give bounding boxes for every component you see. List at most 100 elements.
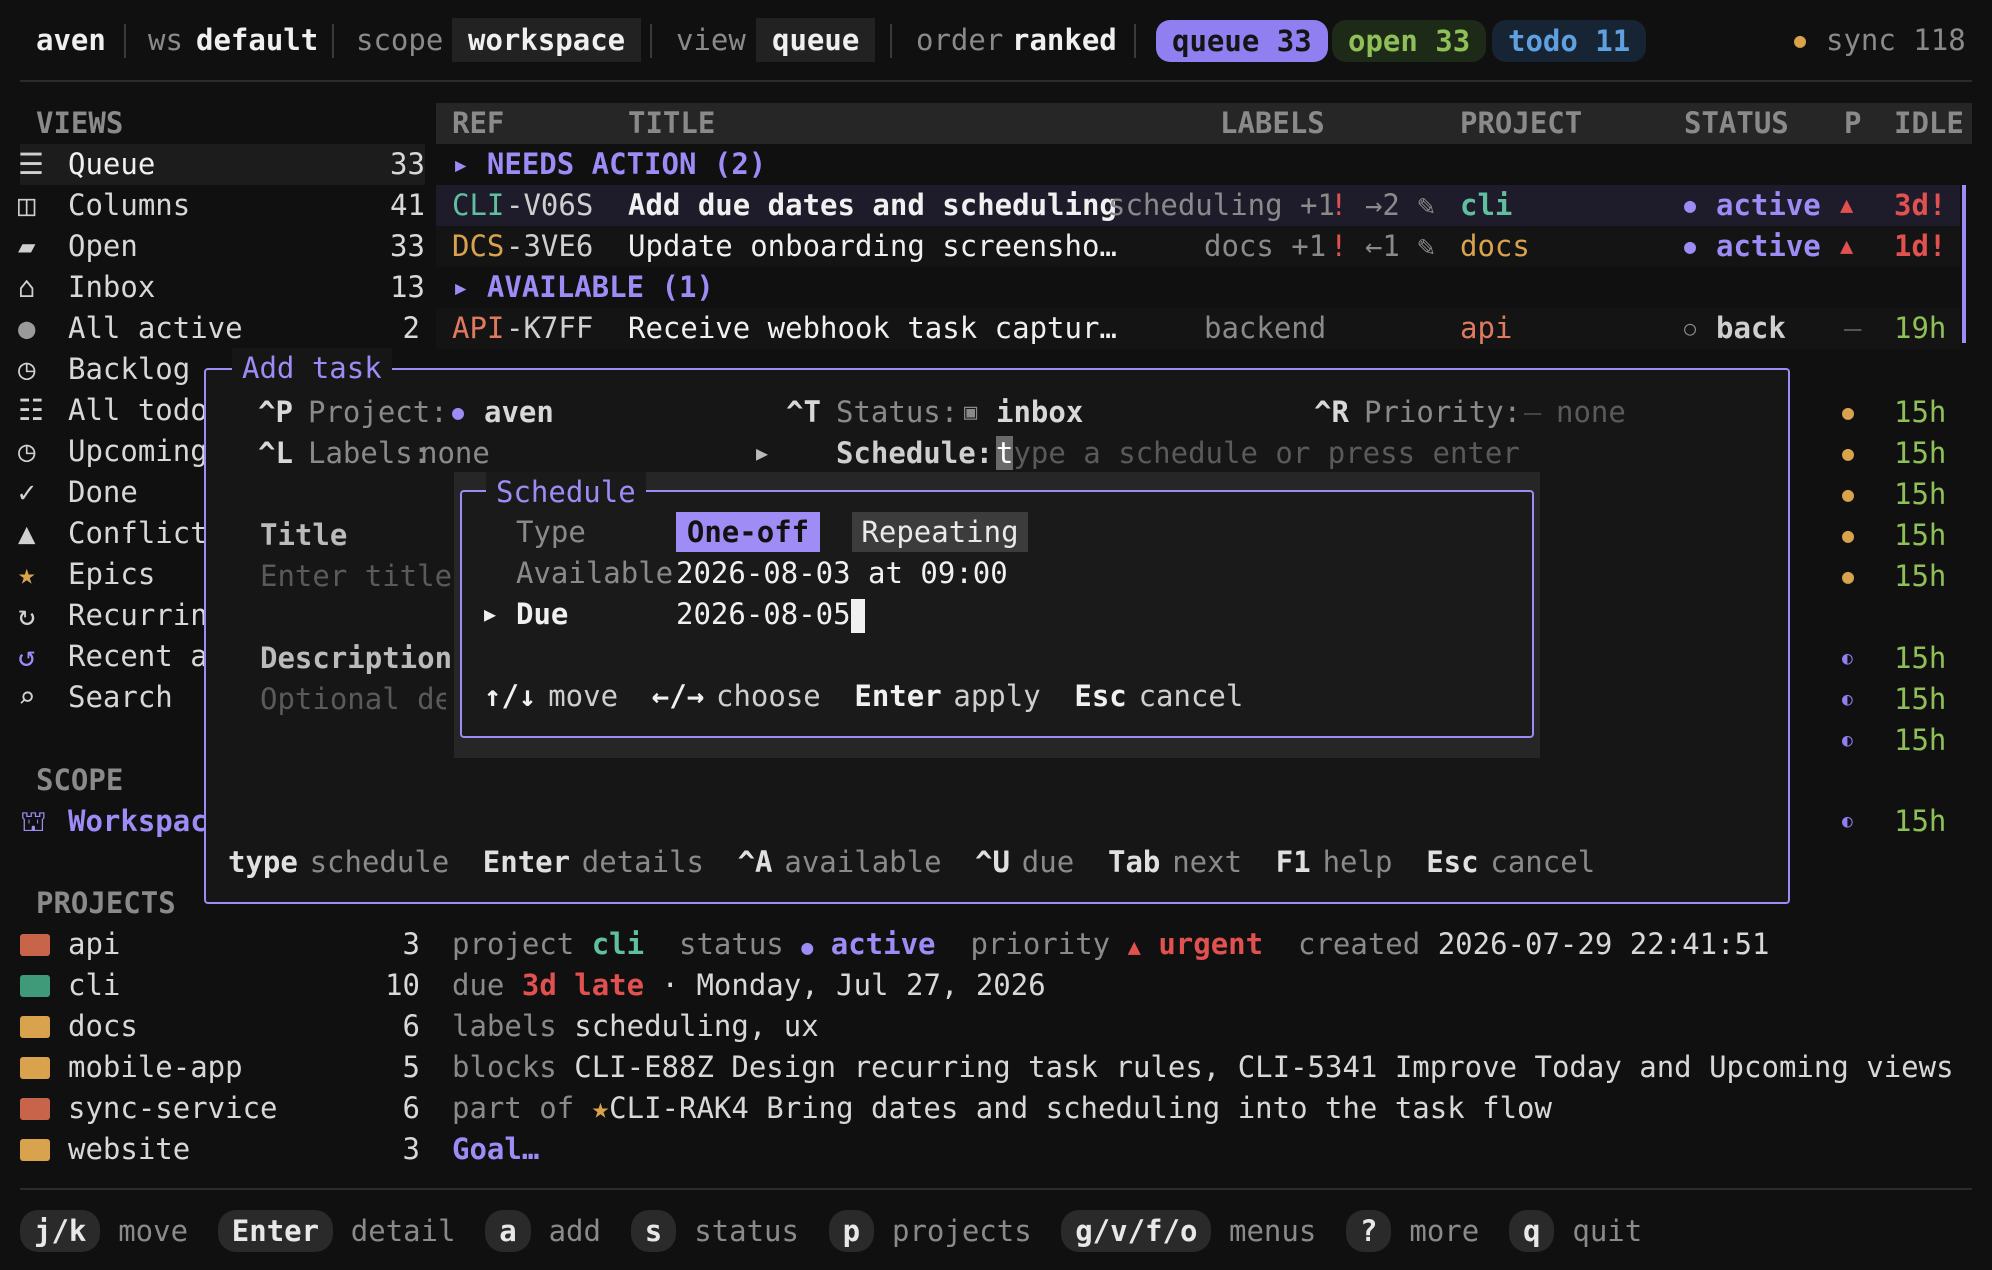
task-idle: 15h — [1894, 723, 1947, 757]
hint-key: Tab — [1108, 845, 1161, 879]
description-label: Description — [260, 641, 453, 675]
scope-label: scope — [356, 23, 444, 57]
project-count: 3 — [402, 1132, 420, 1166]
sidebar-item-label: Recent a — [68, 639, 208, 673]
task-status: active — [1716, 229, 1821, 263]
task-idle: 15h — [1894, 518, 1947, 552]
col-status[interactable]: STATUS — [1684, 103, 1789, 144]
sidebar-item-label: Upcoming — [68, 434, 208, 468]
hint-key: ↑/↓ — [484, 679, 537, 713]
schedule-label: Schedule: — [836, 436, 994, 470]
todo-count-pill[interactable]: todo 11 — [1492, 20, 1647, 62]
available-field[interactable]: 2026-08-03 at 09:00 — [676, 553, 1008, 594]
hint-key: ←/→ — [651, 679, 705, 713]
schedule-title: Schedule — [486, 472, 646, 513]
key-desc: status — [694, 1214, 799, 1248]
sync-status: sync 118 — [1826, 23, 1966, 57]
group-available[interactable]: ▸ AVAILABLE (1) — [452, 267, 714, 308]
hint-key: Enter — [854, 679, 942, 713]
task-title: Update onboarding screensho… — [628, 229, 1117, 263]
star-icon: ★ — [18, 557, 36, 591]
project-label: docs — [68, 1009, 138, 1043]
scope-header: SCOPE — [36, 763, 124, 797]
col-ref[interactable]: REF — [452, 103, 504, 144]
key-move[interactable]: j/k — [20, 1210, 101, 1252]
priority-field[interactable]: none — [1556, 392, 1626, 433]
task-title: Add due dates and scheduling — [628, 188, 1117, 222]
description-input[interactable]: Optional det — [260, 679, 446, 720]
key-menus[interactable]: g/v/f/o — [1061, 1210, 1212, 1252]
key-desc: detail — [350, 1214, 456, 1248]
col-idle[interactable]: IDLE — [1894, 103, 1964, 144]
divider — [1134, 24, 1136, 58]
project-field[interactable]: aven — [484, 392, 554, 433]
sidebar-item-count: 2 — [402, 311, 420, 345]
hint-desc: choose — [716, 679, 821, 713]
status-field[interactable]: inbox — [996, 392, 1083, 433]
group-needs-action[interactable]: ▸ NEEDS ACTION (2) — [452, 144, 766, 185]
priority-dot-icon: ◐ — [1842, 689, 1853, 710]
task-idle: 3d! — [1894, 188, 1947, 222]
star-icon: ★ — [591, 1091, 610, 1125]
detail-goal[interactable]: Goal… — [452, 1129, 539, 1170]
priority-dot-icon: ● — [1842, 400, 1855, 424]
hint-key: ^A — [737, 845, 773, 879]
project-count: 3 — [402, 927, 420, 961]
project-label: mobile-app — [68, 1050, 243, 1084]
due-field[interactable]: 2026-08-05 — [676, 594, 865, 635]
key-more[interactable]: ? — [1346, 1210, 1392, 1252]
key-status[interactable]: s — [630, 1210, 677, 1252]
sync-dot-icon: ● — [1794, 28, 1807, 52]
labels-field[interactable]: none — [420, 433, 490, 474]
hint-key: type — [228, 845, 298, 879]
sidebar-item-count: 33 — [390, 147, 425, 181]
task-labels: backend — [1204, 311, 1327, 345]
divider — [332, 24, 334, 58]
key-quit[interactable]: q — [1509, 1210, 1555, 1252]
title-input[interactable]: Enter title — [260, 556, 452, 597]
repeating-option[interactable]: Repeating — [852, 512, 1028, 552]
folder-icon — [20, 934, 50, 956]
priority-dot-icon: ◐ — [1842, 730, 1853, 751]
sidebar-item-label: Recurrin — [68, 598, 208, 632]
priority-dot-icon: ◐ — [1842, 648, 1853, 669]
col-title[interactable]: TITLE — [628, 103, 715, 144]
search-icon: ⌕ — [18, 680, 36, 714]
schedule-input[interactable]: type a schedule or press enter — [996, 433, 1520, 474]
priority-dot-icon: ● — [1842, 482, 1855, 506]
scope-value[interactable]: workspace — [452, 18, 642, 62]
status-label: Status: — [836, 395, 959, 429]
sidebar-item-label: Backlog — [68, 352, 191, 386]
open-count-pill[interactable]: open 33 — [1332, 20, 1487, 62]
key-detail[interactable]: Enter — [217, 1210, 334, 1252]
task-idle: 15h — [1894, 682, 1947, 716]
footer-divider — [20, 1188, 1972, 1190]
hint-key: F1 — [1275, 845, 1311, 879]
key-desc: quit — [1572, 1214, 1643, 1248]
hint-desc: due — [1021, 845, 1075, 879]
repeat-icon: ↻ — [18, 598, 36, 632]
col-labels[interactable]: LABELS — [1220, 103, 1325, 144]
ws-value[interactable]: default — [196, 18, 318, 62]
task-flags: ! →2 ✎ — [1330, 188, 1435, 222]
ref-suffix: -V06S — [506, 188, 594, 222]
order-value[interactable]: ranked — [1012, 18, 1117, 62]
col-priority[interactable]: P — [1844, 103, 1861, 144]
one-off-option[interactable]: One-off — [676, 512, 820, 552]
order-label: order — [916, 23, 1004, 57]
task-title: Receive webhook task captur… — [628, 311, 1117, 345]
scope-workspace-item[interactable]: Workspac — [68, 801, 208, 842]
ref-prefix: CLI — [452, 188, 505, 222]
task-idle: 15h — [1894, 559, 1947, 593]
key-desc: menus — [1229, 1214, 1317, 1248]
view-value[interactable]: queue — [756, 18, 876, 62]
key-add[interactable]: a — [485, 1210, 531, 1252]
hint-desc: move — [548, 679, 619, 713]
task-idle: 15h — [1894, 395, 1947, 429]
col-project[interactable]: PROJECT — [1460, 103, 1582, 144]
queue-count-pill[interactable]: queue 33 — [1156, 20, 1328, 62]
hint-desc: next — [1172, 845, 1243, 879]
folder-icon — [20, 1139, 50, 1161]
key-projects[interactable]: p — [828, 1210, 875, 1252]
title-label: Title — [260, 518, 348, 552]
